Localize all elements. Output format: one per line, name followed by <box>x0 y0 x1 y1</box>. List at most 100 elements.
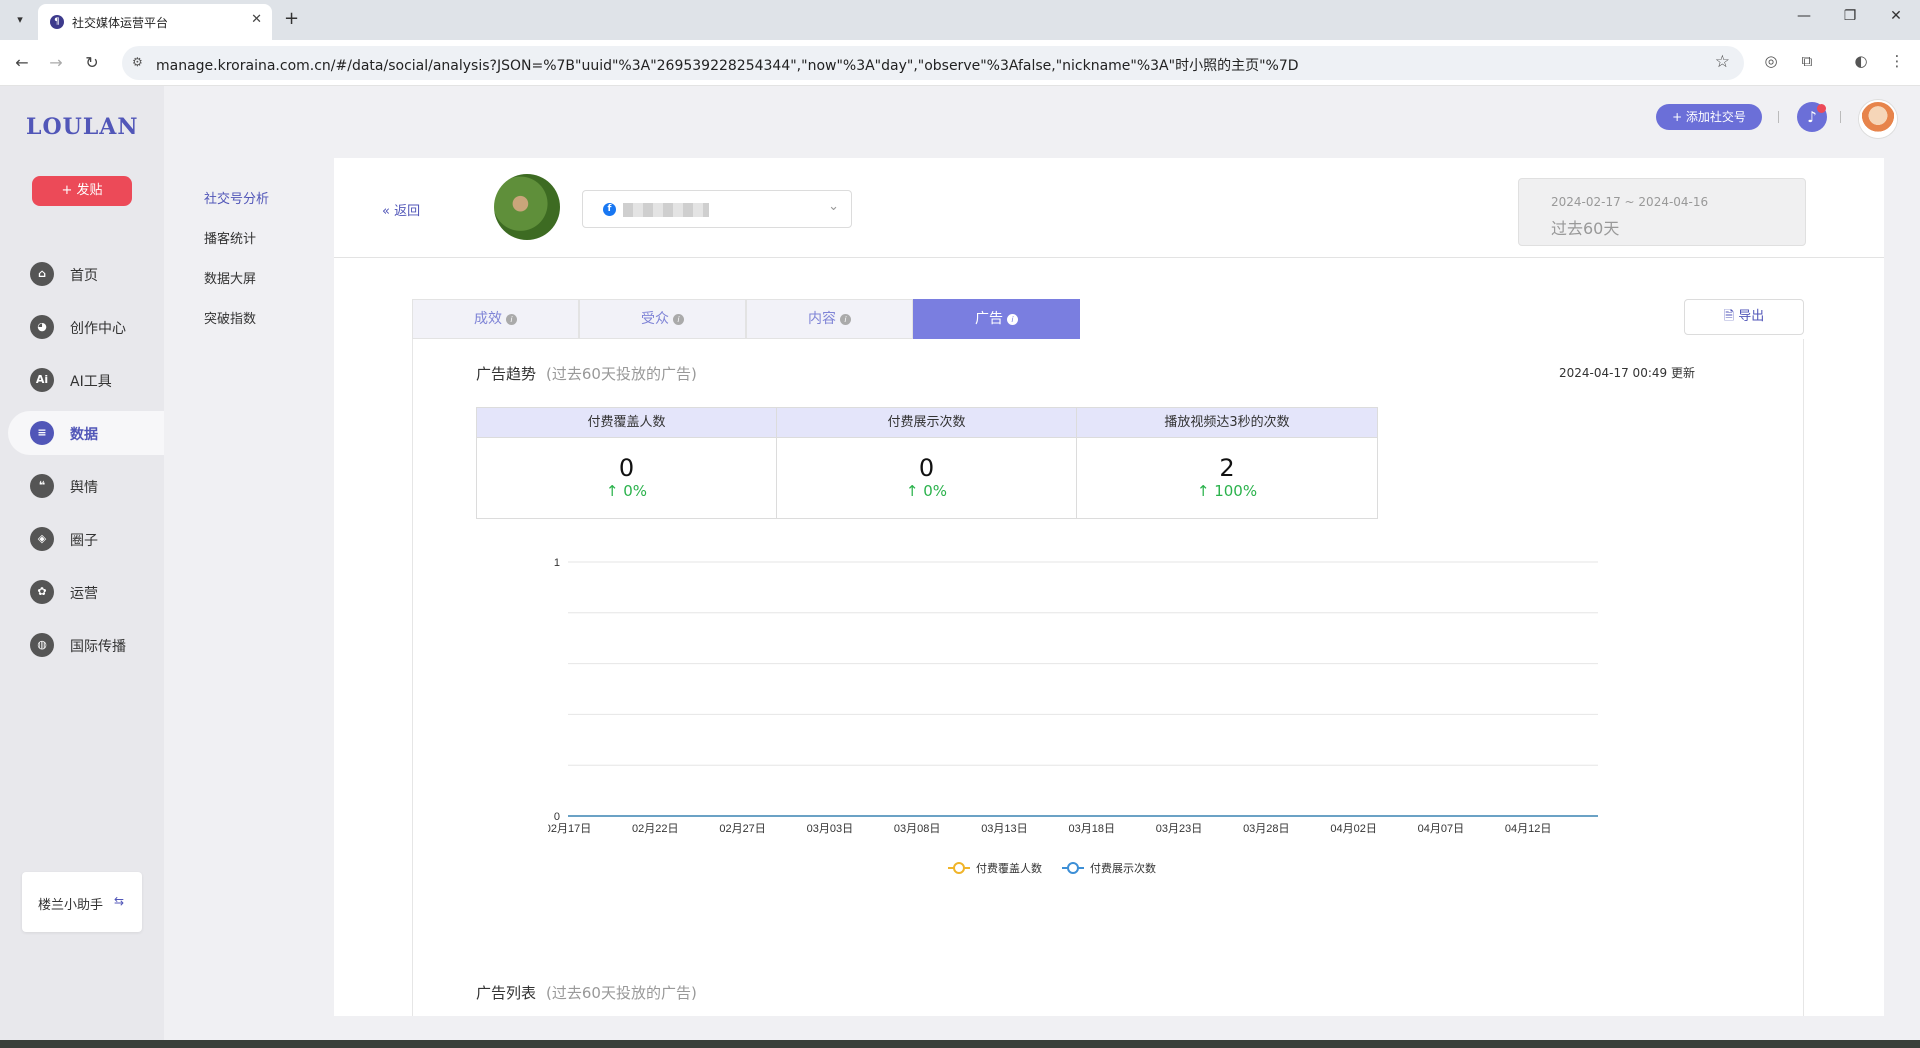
sidebar-item-label: 创作中心 <box>70 321 126 337</box>
subnav-breakthrough-index[interactable]: 突破指数 <box>204 308 256 327</box>
notification-dot <box>1817 104 1826 113</box>
info-icon: i <box>506 314 517 325</box>
site-info-icon[interactable]: ⚙ <box>132 55 143 69</box>
window-close-icon[interactable]: ✕ <box>1886 8 1906 24</box>
subnav-social-analysis[interactable]: 社交号分析 <box>204 188 269 207</box>
sidebar-item-label: 圈子 <box>70 533 98 549</box>
back-arrow-icon[interactable]: ← <box>12 53 32 72</box>
operations-icon: ✿ <box>30 580 54 604</box>
post-button[interactable]: + 发贴 <box>32 176 132 206</box>
logo[interactable]: LOULAN <box>26 114 138 140</box>
tab-ads[interactable]: 广告 i <box>913 299 1080 339</box>
tab-label: 受众 <box>641 311 669 327</box>
x-tick-label: 03月23日 <box>1156 823 1202 835</box>
metric-label: 付费展示次数 <box>777 408 1076 438</box>
y-tick-label: 0 <box>554 811 560 823</box>
site-favicon-icon: ¶ <box>50 15 64 29</box>
metric-label: 付费覆盖人数 <box>477 408 776 438</box>
document-icon: 🗎 <box>1723 309 1735 324</box>
bookmark-star-icon[interactable]: ☆ <box>1715 52 1730 72</box>
info-icon: i <box>1007 314 1018 325</box>
ad-trend-chart: 0 1 02月17日 02月22日 02月27日 03月03日 03月08日 03月13日 03… <box>548 550 1920 930</box>
ad-list-subtitle: (过去60天投放的广告) <box>546 984 697 1002</box>
ad-list-title: 广告列表 (过去60天投放的广告) <box>476 982 697 1003</box>
y-tick-label: 1 <box>554 557 560 569</box>
info-icon: i <box>673 314 684 325</box>
restore-icon[interactable]: ❐ <box>1840 8 1860 24</box>
sidebar-item-label: 国际传播 <box>70 639 126 655</box>
tab-label: 成效 <box>474 311 502 327</box>
subnav-podcast-stats[interactable]: 播客统计 <box>204 228 256 247</box>
sidebar-item-operations[interactable]: ✿ 运营 <box>8 570 164 614</box>
analysis-tabs: 成效 i 受众 i 内容 i 广告 i <box>412 299 1080 339</box>
sidebar-item-creation[interactable]: ◕ 创作中心 <box>8 305 164 349</box>
chevron-down-icon: ⌄ <box>828 199 839 214</box>
tab-title: 社交媒体运营平台 <box>72 16 169 30</box>
sidebar-item-label: 数据 <box>70 427 98 443</box>
notification-bell-icon[interactable]: ♪ <box>1797 102 1827 132</box>
date-range-picker[interactable]: 2024-02-17 ~ 2024-04-16 过去60天 <box>1518 178 1806 246</box>
sidebar-item-circles[interactable]: ◈ 圈子 <box>8 517 164 561</box>
x-tick-label: 02月27日 <box>719 823 765 835</box>
extension-circle-icon[interactable]: ◎ <box>1760 52 1782 70</box>
metric-paid-impressions: 付费展示次数 0 ↑ 0% <box>777 408 1077 518</box>
sidebar-item-international[interactable]: ◍ 国际传播 <box>8 623 164 667</box>
export-button[interactable]: 🗎 导出 <box>1684 299 1804 335</box>
tab-performance[interactable]: 成效 i <box>412 299 579 339</box>
subnav-data-screen[interactable]: 数据大屏 <box>204 268 256 287</box>
reload-icon[interactable]: ↻ <box>82 53 102 72</box>
tab-label: 广告 <box>975 311 1003 327</box>
ai-icon: Ai <box>30 368 54 392</box>
account-name-redacted <box>623 203 709 217</box>
back-link[interactable]: « 返回 <box>382 200 420 219</box>
url-text[interactable]: manage.kroraina.com.cn/#/data/social/ana… <box>156 55 1299 75</box>
legend-marker <box>1067 862 1079 874</box>
divider <box>1778 111 1779 123</box>
sidebar-item-data[interactable]: ≡ 数据 <box>8 411 164 455</box>
x-tick-label: 02月17日 <box>548 823 591 835</box>
extensions-puzzle-icon[interactable]: ⧉ <box>1796 52 1818 70</box>
legend-label: 付费展示次数 <box>1090 861 1156 875</box>
main-card: « 返回 f ⌄ 2024-02-17 ~ 2024-04-16 过去60天 成… <box>334 158 1884 1016</box>
palette-icon: ◕ <box>30 315 54 339</box>
tab-search-icon[interactable]: ▾ <box>10 10 30 30</box>
updated-timestamp: 2024-04-17 00:49 更新 <box>1559 366 1695 380</box>
add-account-button[interactable]: + 添加社交号 <box>1656 104 1762 130</box>
x-tick-label: 04月07日 <box>1418 823 1464 835</box>
profile-icon[interactable]: ◐ <box>1850 52 1872 70</box>
metric-value: 0 <box>918 454 935 482</box>
sidebar-item-ai-tools[interactable]: Ai AI工具 <box>8 358 164 402</box>
account-select[interactable]: f ⌄ <box>582 190 852 228</box>
metric-label: 播放视频达3秒的次数 <box>1077 408 1377 438</box>
x-tick-label: 03月08日 <box>894 823 940 835</box>
divider <box>1840 111 1841 123</box>
tab-close-icon[interactable]: ✕ <box>251 12 262 27</box>
ad-metrics-table: 付费覆盖人数 0 ↑ 0% 付费展示次数 0 ↑ 0% 播放视频达3秒的次数 2… <box>476 407 1378 519</box>
assistant-button[interactable]: 楼兰小助手 ⇆ <box>22 872 142 932</box>
forward-arrow-icon[interactable]: → <box>46 53 66 72</box>
avatar[interactable] <box>1859 100 1897 138</box>
date-range-text: 2024-02-17 ~ 2024-04-16 <box>1551 195 1709 209</box>
tab-content[interactable]: 内容 i <box>746 299 913 339</box>
ad-trend-title: 广告趋势 (过去60天投放的广告) <box>476 363 697 384</box>
account-header: « 返回 f ⌄ 2024-02-17 ~ 2024-04-16 过去60天 <box>334 158 1884 258</box>
address-bar: ← → ↻ ⚙ manage.kroraina.com.cn/#/data/so… <box>0 40 1920 86</box>
tab-audience[interactable]: 受众 i <box>579 299 746 339</box>
info-icon: i <box>840 314 851 325</box>
new-tab-icon[interactable]: + <box>284 8 299 29</box>
url-field[interactable]: ⚙ manage.kroraina.com.cn/#/data/social/a… <box>122 46 1744 80</box>
tab-label: 内容 <box>808 311 836 327</box>
sidebar-item-sentiment[interactable]: ❝ 舆情 <box>8 464 164 508</box>
x-tick-label: 03月03日 <box>807 823 853 835</box>
sidebar-item-label: AI工具 <box>70 374 112 390</box>
sidebar-item-home[interactable]: ⌂ 首页 <box>8 252 164 296</box>
browser-menu-icon[interactable]: ⋮ <box>1886 52 1908 70</box>
browser-tab[interactable]: ¶ 社交媒体运营平台 ✕ <box>38 4 272 40</box>
assistant-label: 楼兰小助手 <box>38 898 104 913</box>
globe-icon: ◍ <box>30 633 54 657</box>
ad-trend-heading: 广告趋势 <box>476 365 537 383</box>
minimize-icon[interactable]: — <box>1794 8 1814 24</box>
metric-paid-reach: 付费覆盖人数 0 ↑ 0% <box>477 408 777 518</box>
metric-change: ↑ 100% <box>1196 482 1258 500</box>
legend-marker <box>953 862 965 874</box>
